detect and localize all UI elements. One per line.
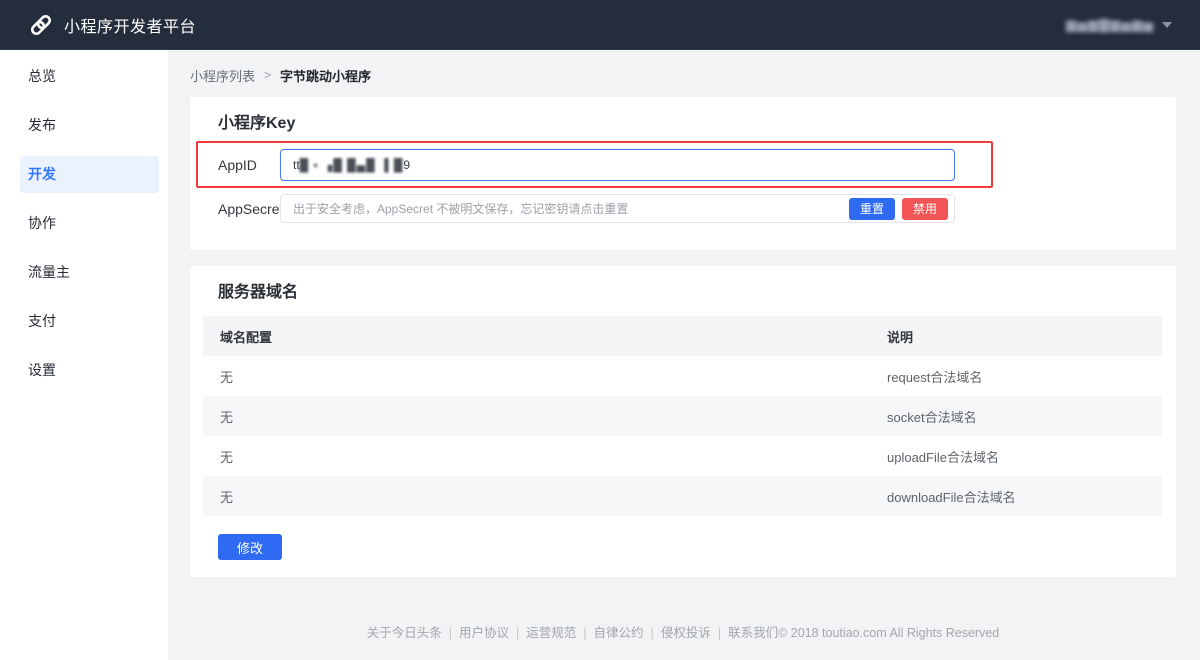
appid-value-suffix: 9: [403, 158, 410, 172]
domain-config-value: 无: [203, 487, 887, 506]
table-header-row: 域名配置 说明: [203, 316, 1162, 356]
disable-secret-button[interactable]: 禁用: [902, 198, 948, 220]
modify-button[interactable]: 修改: [218, 534, 282, 560]
brand: 小程序开发者平台: [28, 12, 196, 38]
top-header: 小程序开发者平台 ▆▅▆▇▆▅▆▅: [0, 0, 1200, 50]
appsecret-placeholder: 出于安全考虑，AppSecret 不被明文保存，忘记密钥请点击重置: [293, 200, 842, 217]
chevron-down-icon: [1162, 22, 1172, 28]
domain-config-value: 无: [203, 407, 887, 426]
footer-link-user-agreement[interactable]: 用户协议: [459, 626, 509, 640]
breadcrumb-current: 字节跳动小程序: [280, 66, 371, 85]
page-footer: 关于今日头条 | 用户协议 | 运营规范 | 自律公约 | 侵权投诉 | 联系我们© 2018 to…: [190, 622, 1176, 641]
footer-separator: |: [516, 626, 519, 640]
footer-link-operation-rules[interactable]: 运营规范: [526, 626, 576, 640]
sidebar-item-traffic[interactable]: 流量主: [20, 254, 159, 291]
domain-table: 域名配置 说明 无 request合法域名 无 socket合法域名 无 upl…: [203, 316, 1162, 516]
table-row: 无 downloadFile合法域名: [203, 476, 1162, 516]
sidebar-item-develop[interactable]: 开发: [20, 156, 159, 193]
main-content: 小程序列表 > 字节跳动小程序 小程序Key AppID tt █ ▪ ▗█ █…: [168, 50, 1200, 660]
app-title: 小程序开发者平台: [64, 13, 196, 37]
reset-secret-button[interactable]: 重置: [849, 198, 895, 220]
appid-row: AppID tt █ ▪ ▗█ █▄█ ▐ █ 9: [218, 149, 1148, 181]
breadcrumb-miniapp-list[interactable]: 小程序列表: [190, 66, 255, 85]
footer-copyright: © 2018 toutiao.com All Rights Reserved: [778, 626, 999, 640]
col-header-description: 说明: [887, 327, 1162, 346]
server-domain-card: 服务器域名 域名配置 说明 无 request合法域名 无 socket合法域名…: [190, 266, 1176, 577]
appsecret-field: 出于安全考虑，AppSecret 不被明文保存，忘记密钥请点击重置 重置 禁用: [280, 194, 955, 223]
breadcrumb: 小程序列表 > 字节跳动小程序: [190, 65, 1176, 85]
domain-description: downloadFile合法域名: [887, 487, 1162, 506]
domain-section-title: 服务器域名: [218, 282, 1163, 304]
sidebar-item-settings[interactable]: 设置: [20, 352, 159, 389]
footer-separator: |: [583, 626, 586, 640]
appid-label: AppID: [218, 157, 280, 173]
appid-value-prefix: tt: [293, 158, 300, 172]
footer-separator: |: [718, 626, 721, 640]
domain-config-value: 无: [203, 447, 887, 466]
sidebar: 总览 发布 开发 协作 流量主 支付 设置: [0, 50, 168, 660]
appid-input[interactable]: tt █ ▪ ▗█ █▄█ ▐ █ 9: [280, 149, 955, 181]
table-row: 无 uploadFile合法域名: [203, 436, 1162, 476]
appsecret-label: AppSecret: [218, 201, 280, 217]
footer-link-about[interactable]: 关于今日头条: [367, 626, 442, 640]
table-row: 无 socket合法域名: [203, 396, 1162, 436]
link-logo-icon: [28, 12, 54, 38]
breadcrumb-separator: >: [264, 68, 271, 82]
sidebar-item-overview[interactable]: 总览: [20, 58, 159, 95]
domain-config-value: 无: [203, 367, 887, 386]
footer-link-infringement[interactable]: 侵权投诉: [661, 626, 711, 640]
domain-description: request合法域名: [887, 367, 1162, 386]
footer-separator: |: [449, 626, 452, 640]
sidebar-item-collaboration[interactable]: 协作: [20, 205, 159, 242]
miniapp-key-card: 小程序Key AppID tt █ ▪ ▗█ █▄█ ▐ █ 9 AppSecr…: [190, 97, 1176, 250]
footer-link-contact[interactable]: 联系我们: [728, 626, 778, 640]
username: ▆▅▆▇▆▅▆▅: [1066, 17, 1154, 33]
sidebar-item-payment[interactable]: 支付: [20, 303, 159, 340]
footer-separator: |: [651, 626, 654, 640]
domain-description: uploadFile合法域名: [887, 447, 1162, 466]
table-row: 无 request合法域名: [203, 356, 1162, 396]
user-menu[interactable]: ▆▅▆▇▆▅▆▅: [1066, 17, 1172, 33]
appid-value-masked: █ ▪ ▗█ █▄█ ▐ █: [300, 158, 404, 172]
key-section-title: 小程序Key: [218, 113, 1148, 135]
sidebar-item-publish[interactable]: 发布: [20, 107, 159, 144]
appsecret-row: AppSecret 出于安全考虑，AppSecret 不被明文保存，忘记密钥请点…: [218, 194, 1148, 223]
col-header-config: 域名配置: [203, 327, 887, 346]
footer-link-self-discipline[interactable]: 自律公约: [594, 626, 644, 640]
domain-description: socket合法域名: [887, 407, 1162, 426]
